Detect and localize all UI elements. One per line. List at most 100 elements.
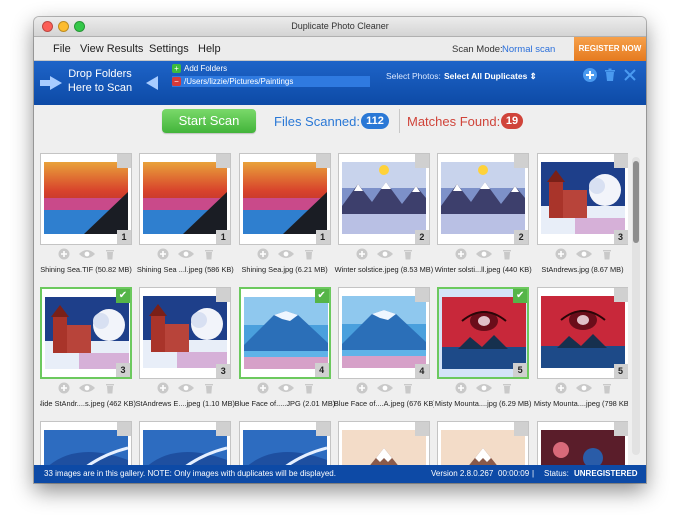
select-checkbox[interactable]: [414, 422, 429, 436]
folder-path-row[interactable]: −/Users/lizzie/Pictures/Paintings: [172, 76, 370, 87]
delete-photo-icon[interactable]: [601, 248, 613, 260]
photo-card[interactable]: ✔ 5 Misty Mounta....jpg (6.29 MB): [435, 287, 531, 419]
drop-folders-zone[interactable]: Drop Folders Here to Scan: [40, 65, 160, 101]
delete-photo-icon[interactable]: [203, 248, 215, 260]
select-checkbox[interactable]: [117, 154, 131, 168]
select-checkbox[interactable]: ✔: [314, 289, 329, 303]
add-folders-button[interactable]: + Add Folders: [172, 64, 227, 74]
select-checkbox[interactable]: [514, 154, 529, 168]
photo-thumbnail[interactable]: 3: [139, 287, 232, 379]
add-photo-icon[interactable]: [455, 248, 467, 260]
photo-card[interactable]: 4 Blue Face of....A.jpeg (676 KB): [334, 287, 434, 419]
photo-thumbnail[interactable]: ✔ 3: [40, 287, 132, 379]
select-checkbox[interactable]: [414, 154, 429, 168]
preview-eye-icon[interactable]: [475, 248, 493, 260]
preview-eye-icon[interactable]: [277, 382, 295, 394]
preview-eye-icon[interactable]: [177, 382, 195, 394]
photo-thumbnail[interactable]: ✔ 4: [238, 287, 331, 379]
photo-thumbnail[interactable]: 1: [40, 153, 132, 245]
delete-photo-icon[interactable]: [402, 382, 414, 394]
photo-card[interactable]: 3 StAndrews.jpg (8.67 MB): [536, 153, 628, 285]
add-photo-icon[interactable]: [356, 248, 368, 260]
photo-card[interactable]: 1 Shining Sea.TIF (50.82 MB): [40, 153, 132, 285]
remove-folder-icon[interactable]: −: [172, 77, 181, 87]
photo-card[interactable]: ✔ 4 Blue Face of.....JPG (2.01 MB): [235, 287, 335, 419]
preview-eye-icon[interactable]: [475, 382, 493, 394]
select-checkbox[interactable]: [216, 154, 231, 168]
scrollbar-thumb[interactable]: [633, 161, 639, 243]
add-photo-icon[interactable]: [257, 382, 269, 394]
delete-photo-icon[interactable]: [501, 248, 513, 260]
photo-card[interactable]: 2 Winter solstice.jpeg (8.53 MB): [335, 153, 433, 285]
photo-thumbnail[interactable]: [437, 421, 530, 465]
preview-eye-icon[interactable]: [78, 248, 96, 260]
photo-card[interactable]: [337, 421, 430, 465]
photo-card[interactable]: 1 Shining Sea ...l.jpeg (586 KB): [137, 153, 234, 285]
photo-card[interactable]: [40, 421, 132, 465]
photo-thumbnail[interactable]: 4: [337, 287, 430, 379]
preview-eye-icon[interactable]: [177, 248, 195, 260]
select-checkbox[interactable]: [514, 422, 529, 436]
select-checkbox[interactable]: [315, 154, 330, 168]
add-photo-icon[interactable]: [58, 382, 70, 394]
add-photo-icon[interactable]: [157, 248, 169, 260]
photo-thumbnail[interactable]: 2: [437, 153, 530, 245]
photo-thumbnail[interactable]: [238, 421, 331, 465]
photo-thumbnail[interactable]: 2: [337, 153, 430, 245]
photo-card[interactable]: 2 Winter solsti...ll.jpeg (440 KB): [435, 153, 532, 285]
preview-eye-icon[interactable]: [575, 248, 593, 260]
add-circle-icon[interactable]: [582, 67, 598, 83]
delete-photo-icon[interactable]: [402, 248, 414, 260]
photo-thumbnail[interactable]: 5: [536, 287, 628, 379]
select-checkbox[interactable]: [613, 288, 628, 302]
preview-eye-icon[interactable]: [575, 382, 593, 394]
select-checkbox[interactable]: [216, 422, 231, 436]
photo-card[interactable]: 1 Shining Sea.jpg (6.21 MB): [238, 153, 331, 285]
photo-thumbnail[interactable]: 1: [238, 153, 331, 245]
photo-thumbnail[interactable]: [40, 421, 132, 465]
close-icon[interactable]: [622, 67, 638, 83]
photo-card[interactable]: 5 Misty Mounta....jpeg (798 KB): [534, 287, 628, 419]
scan-mode-dropdown[interactable]: Normal scan: [502, 44, 555, 55]
photo-thumbnail[interactable]: 3: [536, 153, 628, 245]
select-checkbox[interactable]: [315, 422, 330, 436]
select-checkbox[interactable]: [216, 288, 231, 302]
delete-photo-icon[interactable]: [203, 382, 215, 394]
add-photo-icon[interactable]: [555, 382, 567, 394]
add-photo-icon[interactable]: [356, 382, 368, 394]
photo-thumbnail[interactable]: [536, 421, 628, 465]
delete-photo-icon[interactable]: [104, 248, 116, 260]
trash-icon[interactable]: [602, 67, 618, 83]
photo-card[interactable]: [238, 421, 331, 465]
photo-thumbnail[interactable]: ✔ 5: [437, 287, 530, 379]
select-checkbox[interactable]: [613, 422, 628, 436]
preview-eye-icon[interactable]: [376, 248, 394, 260]
select-photos-dropdown[interactable]: Select All Duplicates ⇕: [444, 71, 537, 82]
register-now-button[interactable]: REGISTER NOW: [574, 37, 646, 61]
photo-thumbnail[interactable]: [139, 421, 232, 465]
photo-card[interactable]: 3 StAndrews E....jpeg (1.10 MB): [136, 287, 235, 419]
add-photo-icon[interactable]: [157, 382, 169, 394]
menu-settings[interactable]: Settings: [149, 43, 189, 55]
add-photo-icon[interactable]: [58, 248, 70, 260]
menu-help[interactable]: Help: [198, 43, 221, 55]
select-checkbox[interactable]: [414, 288, 429, 302]
delete-photo-icon[interactable]: [601, 382, 613, 394]
photo-card[interactable]: [437, 421, 530, 465]
photo-thumbnail[interactable]: [337, 421, 430, 465]
add-photo-icon[interactable]: [555, 248, 567, 260]
select-checkbox[interactable]: ✔: [513, 289, 528, 303]
preview-eye-icon[interactable]: [78, 382, 96, 394]
preview-eye-icon[interactable]: [376, 382, 394, 394]
add-photo-icon[interactable]: [257, 248, 269, 260]
delete-photo-icon[interactable]: [303, 248, 315, 260]
photo-card[interactable]: ✔ 3 Slide StAndr....s.jpeg (462 KB): [40, 287, 136, 419]
add-photo-icon[interactable]: [455, 382, 467, 394]
delete-photo-icon[interactable]: [501, 382, 513, 394]
photo-card[interactable]: [536, 421, 628, 465]
select-checkbox[interactable]: ✔: [116, 289, 130, 303]
select-checkbox[interactable]: [117, 422, 131, 436]
photo-thumbnail[interactable]: 1: [139, 153, 232, 245]
menu-file[interactable]: File: [53, 43, 71, 55]
delete-photo-icon[interactable]: [104, 382, 116, 394]
